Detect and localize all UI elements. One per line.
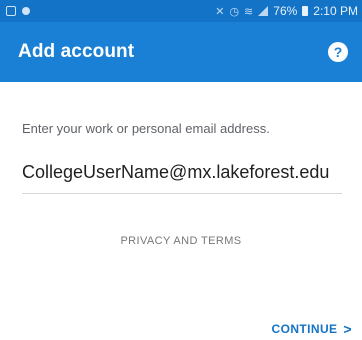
notification-icon <box>6 6 16 16</box>
battery-percent: 76% <box>273 4 298 18</box>
status-right-icons: ✕ ◷ ≋ 76% 2:10 PM <box>215 4 358 18</box>
chevron-right-icon: > <box>343 321 352 337</box>
battery-icon <box>302 6 309 16</box>
clock: 2:10 PM <box>313 4 358 18</box>
wifi-icon: ≋ <box>244 5 254 18</box>
status-bar: ✕ ◷ ≋ 76% 2:10 PM <box>0 0 362 22</box>
help-icon[interactable]: ? <box>328 42 348 62</box>
status-left-icons <box>6 6 30 16</box>
mute-icon: ✕ <box>215 5 225 18</box>
continue-button[interactable]: CONTINUE > <box>272 320 352 338</box>
email-prompt: Enter your work or personal email addres… <box>22 121 270 136</box>
privacy-and-terms-link[interactable]: PRIVACY AND TERMS <box>0 235 362 247</box>
page-title: Add account <box>18 41 135 62</box>
alarm-icon: ◷ <box>229 5 240 18</box>
app-bar: Add account ? <box>0 22 362 82</box>
settings-icon <box>22 7 30 15</box>
signal-icon <box>258 6 269 16</box>
email-field[interactable] <box>22 158 342 194</box>
continue-label: CONTINUE <box>271 322 338 336</box>
